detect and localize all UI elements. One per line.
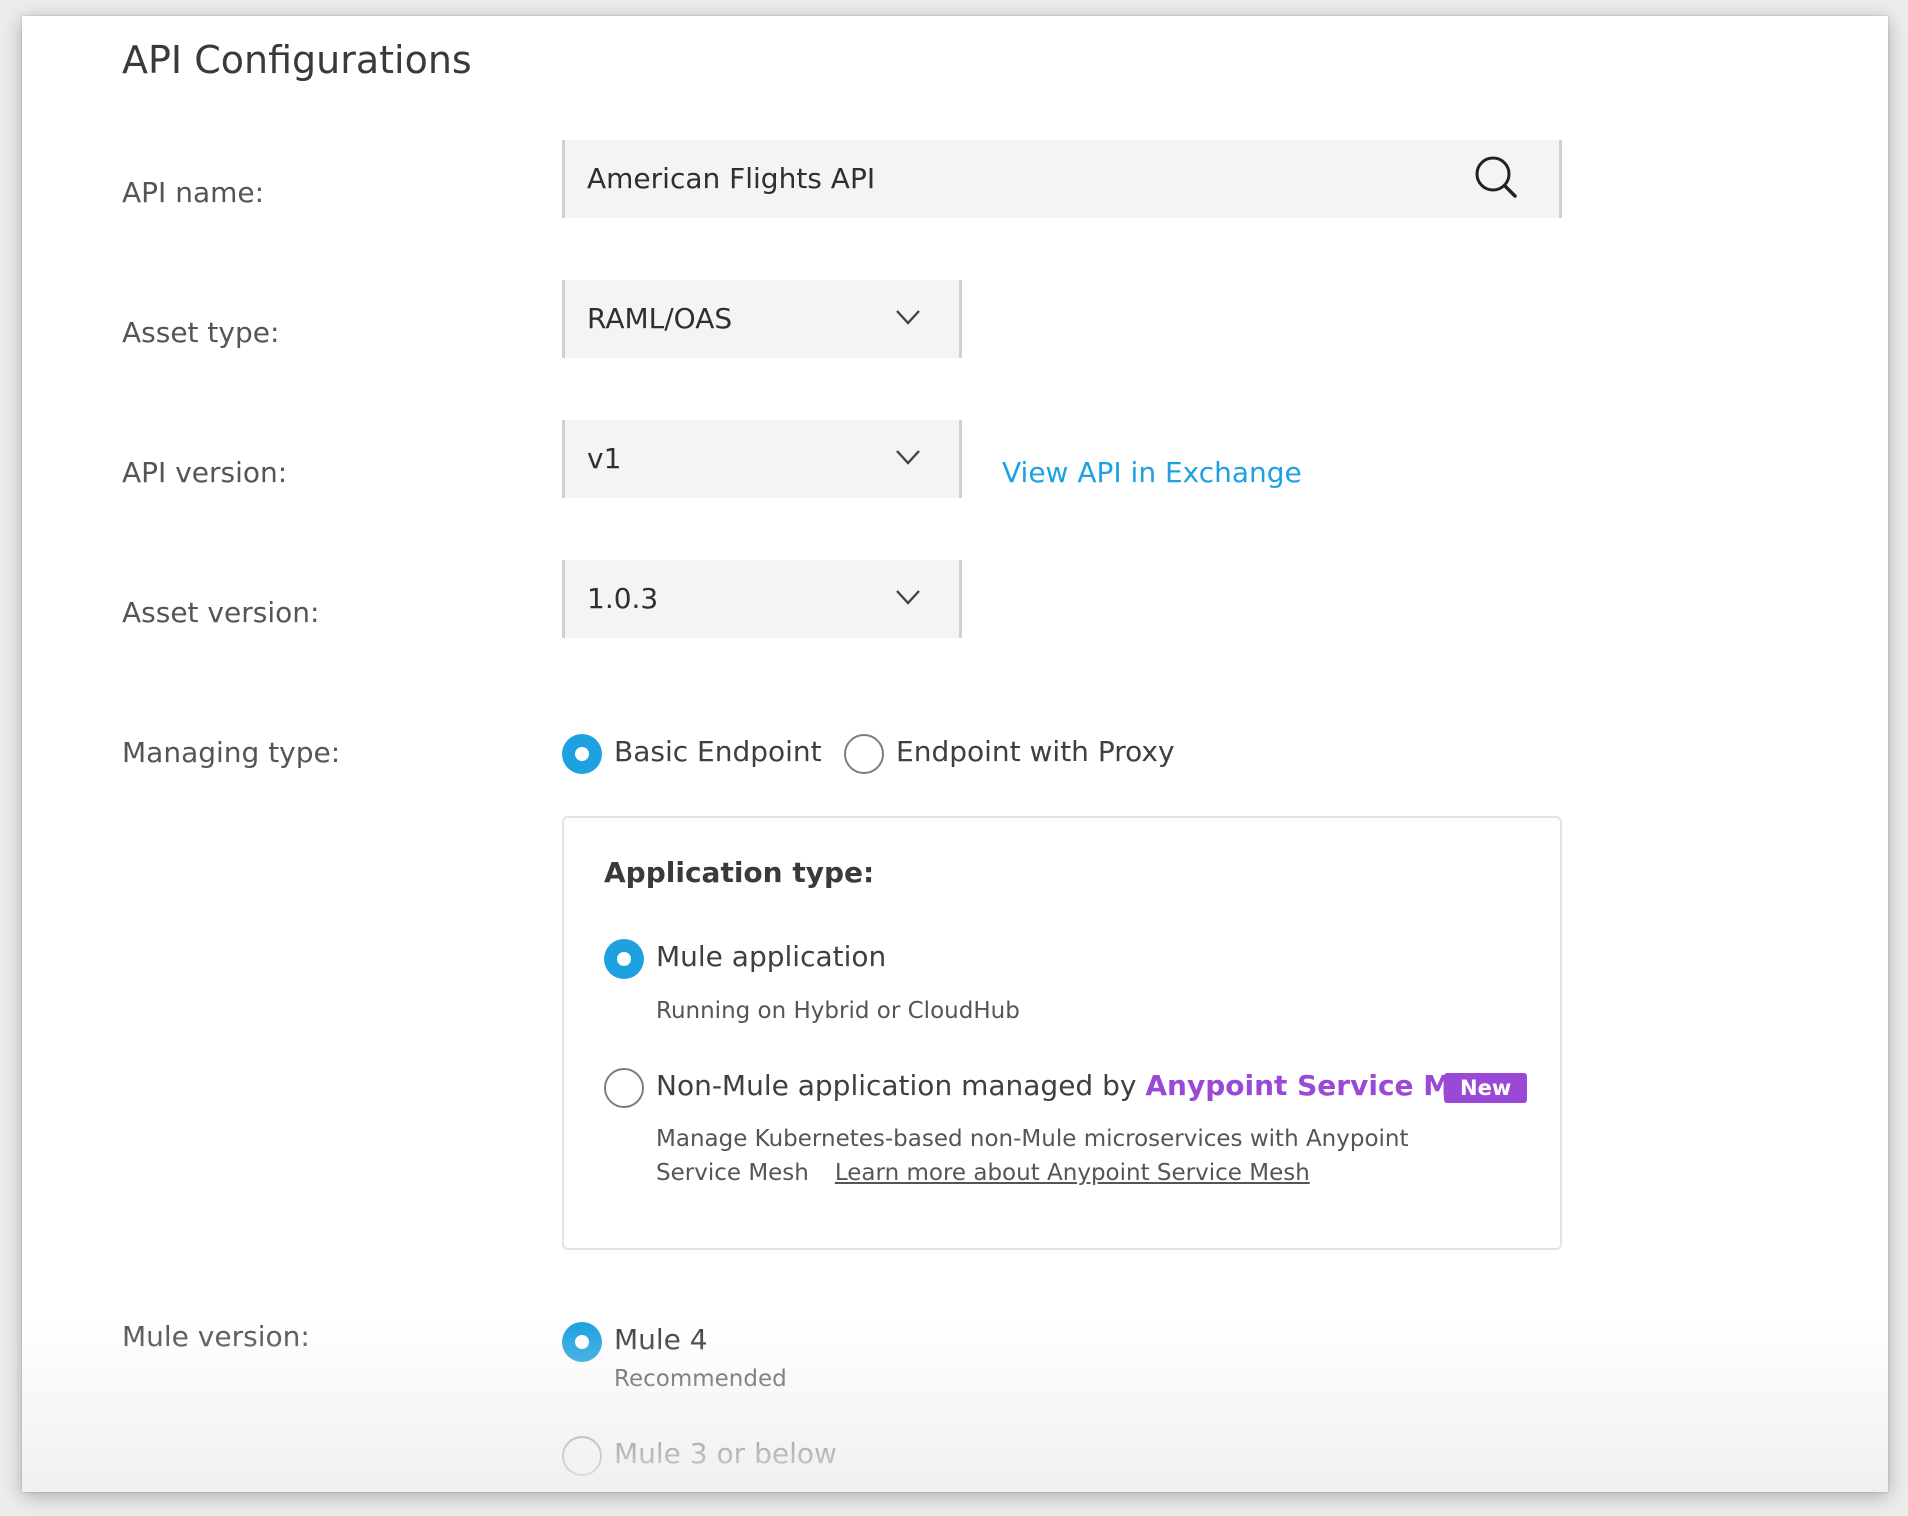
non-mule-application-label[interactable]: Non-Mule application managed by Anypoint… [656, 1069, 1507, 1102]
asset-version-select[interactable]: 1.0.3 [562, 560, 962, 638]
asset-version-label: Asset version: [122, 596, 320, 629]
asset-version-value: 1.0.3 [587, 582, 659, 615]
api-name-label: API name: [122, 176, 265, 209]
mule-4-recommended-note: Recommended [614, 1366, 787, 1392]
asset-type-value: RAML/OAS [587, 302, 733, 335]
chevron-down-icon [895, 589, 921, 609]
basic-endpoint-radio[interactable] [562, 734, 602, 774]
mule-3-radio[interactable] [562, 1436, 602, 1476]
endpoint-with-proxy-radio[interactable] [844, 734, 884, 774]
asset-type-select[interactable]: RAML/OAS [562, 280, 962, 358]
non-mule-application-radio[interactable] [604, 1068, 644, 1108]
asset-type-label: Asset type: [122, 316, 280, 349]
non-mule-description-line2-text: Service Mesh [656, 1160, 809, 1186]
new-badge: New [1444, 1073, 1528, 1103]
api-version-label: API version: [122, 456, 288, 489]
mule-3-label[interactable]: Mule 3 or below [614, 1437, 837, 1470]
chevron-down-icon [895, 309, 921, 329]
api-configurations-window: API Configurations API name: American Fl… [22, 16, 1888, 1492]
learn-more-service-mesh-link[interactable]: Learn more about Anypoint Service Mesh [835, 1160, 1310, 1186]
api-version-value: v1 [587, 442, 622, 475]
api-version-select[interactable]: v1 [562, 420, 962, 498]
mule-version-label: Mule version: [122, 1320, 310, 1353]
application-type-panel: Application type: Mule application Runni… [562, 816, 1562, 1250]
mule-application-radio[interactable] [604, 939, 644, 979]
mule-4-radio[interactable] [562, 1322, 602, 1362]
mule-4-label[interactable]: Mule 4 [614, 1323, 708, 1356]
non-mule-label-prefix: Non-Mule application managed by [656, 1069, 1146, 1102]
managing-type-label: Managing type: [122, 736, 341, 769]
endpoint-with-proxy-label[interactable]: Endpoint with Proxy [896, 735, 1175, 768]
chevron-down-icon [895, 449, 921, 469]
api-name-input[interactable]: American Flights API [562, 140, 1562, 218]
mule-application-description: Running on Hybrid or CloudHub [656, 998, 1020, 1024]
api-name-value: American Flights API [587, 162, 876, 195]
non-mule-description-line2: Service Mesh Learn more about Anypoint Se… [656, 1160, 1310, 1186]
basic-endpoint-label[interactable]: Basic Endpoint [614, 735, 822, 768]
page-title: API Configurations [122, 38, 472, 82]
mule-application-label[interactable]: Mule application [656, 940, 886, 973]
view-api-in-exchange-link[interactable]: View API in Exchange [1002, 456, 1302, 489]
application-type-heading: Application type: [604, 856, 875, 889]
search-icon[interactable] [1473, 154, 1519, 204]
non-mule-description-line1: Manage Kubernetes-based non-Mule microse… [656, 1126, 1409, 1152]
